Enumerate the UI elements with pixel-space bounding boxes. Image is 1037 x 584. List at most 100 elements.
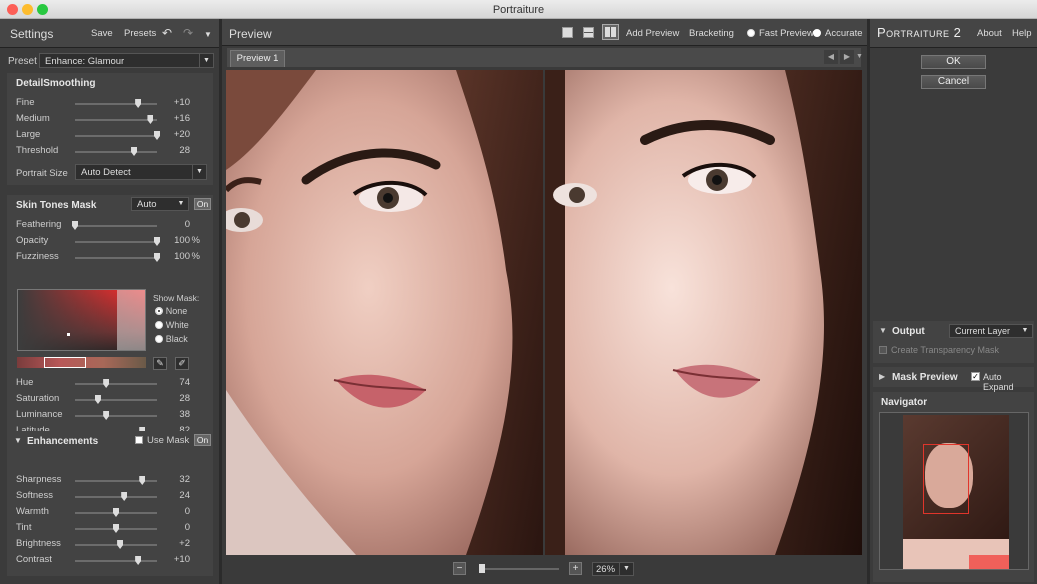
slider-thumb[interactable] bbox=[147, 115, 154, 124]
portrait-size-dropdown[interactable]: Auto Detect ▼ bbox=[75, 164, 207, 180]
slider-fine: Fine +10 bbox=[16, 97, 206, 111]
tab-preview-1[interactable]: Preview 1 bbox=[230, 50, 285, 67]
slider-track[interactable] bbox=[75, 99, 157, 108]
slider-track[interactable] bbox=[75, 395, 157, 404]
slider-track[interactable] bbox=[75, 115, 157, 124]
slider-track[interactable] bbox=[75, 147, 157, 156]
slider-thumb[interactable] bbox=[135, 556, 142, 565]
slider-label: Fine bbox=[16, 97, 35, 108]
zoom-out-button[interactable]: − bbox=[453, 562, 466, 575]
slider-track[interactable] bbox=[75, 131, 160, 140]
mask-option-white[interactable]: White bbox=[155, 320, 189, 331]
presets-button[interactable]: Presets bbox=[124, 28, 156, 39]
slider-thumb[interactable] bbox=[103, 379, 110, 388]
transparency-checkbox[interactable] bbox=[879, 346, 887, 354]
skin-on-toggle[interactable]: On bbox=[194, 198, 211, 210]
mask-option-none[interactable]: None bbox=[155, 306, 187, 317]
before-preview-image[interactable] bbox=[226, 70, 543, 555]
slider-value: 0 bbox=[184, 506, 190, 517]
split-vertical-icon[interactable] bbox=[602, 24, 619, 40]
eyedropper-add-icon[interactable]: ✐ bbox=[175, 357, 189, 370]
slider-track[interactable] bbox=[75, 540, 157, 549]
help-button[interactable]: Help bbox=[1012, 28, 1032, 39]
slider-thumb[interactable] bbox=[117, 540, 124, 549]
after-preview-image[interactable] bbox=[545, 70, 862, 555]
slider-thumb[interactable] bbox=[121, 492, 128, 501]
slider-thumb[interactable] bbox=[113, 524, 119, 533]
menu-chevron-icon[interactable]: ▼ bbox=[204, 30, 212, 39]
slider-track[interactable] bbox=[75, 492, 157, 501]
radio-icon[interactable] bbox=[155, 335, 163, 344]
use-mask-checkbox[interactable] bbox=[135, 436, 143, 444]
slider-thumb[interactable] bbox=[94, 395, 101, 404]
slider-softness: Softness 24 bbox=[16, 490, 206, 504]
collapse-triangle-icon[interactable]: ▼ bbox=[879, 326, 887, 335]
mask-option-black[interactable]: Black bbox=[155, 334, 188, 345]
slider-track[interactable] bbox=[72, 221, 157, 230]
navigator-thumbnail[interactable] bbox=[903, 415, 1009, 569]
hue-range-selector[interactable] bbox=[44, 357, 86, 368]
slider-track[interactable] bbox=[75, 556, 157, 565]
zoom-in-button[interactable]: + bbox=[569, 562, 582, 575]
slider-thumb[interactable] bbox=[72, 221, 78, 230]
slider-track[interactable] bbox=[75, 476, 157, 485]
zoom-slider-track[interactable] bbox=[479, 564, 559, 573]
prev-tab-icon[interactable]: ◀ bbox=[824, 50, 838, 64]
add-preview-button[interactable]: Add Preview bbox=[626, 28, 679, 39]
color-picker-marker[interactable] bbox=[67, 333, 70, 336]
slider-label: Large bbox=[16, 129, 41, 140]
slider-track[interactable] bbox=[75, 524, 157, 533]
slider-label: Saturation bbox=[16, 393, 60, 404]
right-panel: Portraiture 2 About Help OK Cancel ▼ Out… bbox=[870, 19, 1037, 584]
hue-strip[interactable] bbox=[17, 357, 146, 368]
detail-smoothing-section: DetailSmoothing Fine +10 Medium +16 Large +20… bbox=[7, 73, 213, 185]
slider-track[interactable] bbox=[75, 508, 157, 517]
cancel-button[interactable]: Cancel bbox=[921, 75, 986, 89]
preset-dropdown[interactable]: Enhance: Glamour ▼ bbox=[39, 53, 214, 68]
collapse-triangle-icon[interactable]: ▼ bbox=[14, 436, 22, 445]
accurate-radio[interactable] bbox=[813, 29, 821, 37]
eyedropper-icon[interactable]: ✎ bbox=[153, 357, 167, 370]
fast-preview-radio[interactable] bbox=[747, 29, 755, 37]
preview-title: Preview bbox=[229, 27, 272, 41]
zoom-slider-thumb[interactable] bbox=[479, 564, 485, 573]
ok-button[interactable]: OK bbox=[921, 55, 986, 69]
slider-thumb[interactable] bbox=[135, 99, 142, 108]
radio-icon[interactable] bbox=[155, 321, 163, 330]
slider-medium: Medium +16 bbox=[16, 113, 206, 127]
slider-thumb[interactable] bbox=[113, 508, 119, 517]
slider-luminance: Luminance 38 bbox=[16, 409, 206, 423]
redo-icon[interactable]: ↷ bbox=[183, 26, 193, 40]
slider-track[interactable] bbox=[75, 253, 160, 262]
about-button[interactable]: About bbox=[977, 28, 1002, 39]
expand-triangle-icon[interactable]: ▶ bbox=[879, 372, 885, 381]
single-view-icon[interactable] bbox=[562, 27, 573, 38]
preset-label: Preset bbox=[8, 56, 37, 67]
slider-label: Brightness bbox=[16, 538, 61, 549]
zoom-level-dropdown[interactable]: 26% ▼ bbox=[592, 562, 634, 576]
auto-expand-checkbox[interactable]: ✓ bbox=[971, 372, 980, 381]
undo-icon[interactable]: ↶ bbox=[162, 26, 172, 40]
slider-thumb[interactable] bbox=[103, 411, 110, 420]
split-horizontal-icon[interactable] bbox=[583, 27, 594, 38]
skin-color-field[interactable] bbox=[17, 289, 146, 351]
settings-title: Settings bbox=[10, 27, 54, 41]
slider-thumb[interactable] bbox=[139, 476, 146, 485]
slider-thumb[interactable] bbox=[131, 147, 138, 156]
output-dropdown[interactable]: Current Layer ▼ bbox=[949, 324, 1033, 338]
save-button[interactable]: Save bbox=[91, 28, 113, 39]
enhancements-on-toggle[interactable]: On bbox=[194, 434, 211, 446]
tab-menu-icon[interactable]: ▼ bbox=[856, 50, 866, 64]
navigator-viewport-box[interactable] bbox=[923, 444, 969, 514]
slider-track[interactable] bbox=[75, 411, 157, 420]
brand-header: Portraiture 2 About Help bbox=[870, 19, 1037, 48]
mask-preview-title: Mask Preview bbox=[892, 372, 958, 383]
slider-label: Tint bbox=[16, 522, 32, 533]
bracketing-button[interactable]: Bracketing bbox=[689, 28, 734, 39]
next-tab-icon[interactable]: ▶ bbox=[840, 50, 854, 64]
slider-value: 0 bbox=[184, 219, 190, 230]
radio-icon[interactable] bbox=[155, 307, 163, 316]
slider-track[interactable] bbox=[75, 237, 160, 246]
skin-mode-dropdown[interactable]: Auto ▼ bbox=[131, 197, 189, 211]
slider-track[interactable] bbox=[75, 379, 157, 388]
